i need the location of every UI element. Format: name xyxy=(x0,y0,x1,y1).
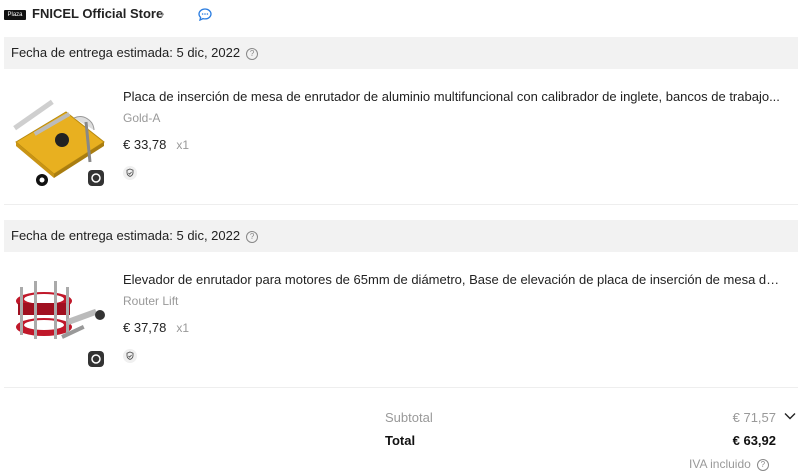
product-quantity: x1 xyxy=(176,321,190,335)
product-title[interactable]: Elevador de enrutador para motores de 65… xyxy=(123,272,783,287)
plaza-badge: Plaza xyxy=(4,10,26,20)
product-image-router-plate[interactable] xyxy=(4,82,110,188)
subtotal-label: Subtotal xyxy=(385,410,433,425)
product-title[interactable]: Placa de inserción de mesa de enrutador … xyxy=(123,89,783,104)
product-image-router-lift[interactable] xyxy=(4,265,110,371)
product-variant: Gold-A xyxy=(123,111,161,125)
delivery-bar: Fecha de entrega estimada: 5 dic, 2022? xyxy=(4,220,798,252)
product-price: € 37,78 xyxy=(123,320,167,335)
vat-note: IVA incluido? xyxy=(689,457,769,471)
product-price-row: € 37,78 x1 xyxy=(123,320,189,335)
total-value: € 63,92 xyxy=(732,433,776,448)
divider xyxy=(4,387,798,388)
product-quantity: x1 xyxy=(176,138,190,152)
chat-bubble-icon[interactable] xyxy=(198,8,212,26)
total-label: Total xyxy=(385,433,416,448)
shield-icon xyxy=(123,166,137,180)
product-price-row: € 33,78 x1 xyxy=(123,137,189,152)
store-header: Plaza FNICEL Official Store › xyxy=(0,0,800,32)
help-icon[interactable]: ? xyxy=(246,231,259,243)
delivery-date: Fecha de entrega estimada: 5 dic, 2022? xyxy=(11,228,259,243)
help-icon[interactable]: ? xyxy=(756,459,769,471)
chevron-right-icon[interactable]: › xyxy=(160,5,165,21)
chevron-down-icon[interactable] xyxy=(783,409,797,428)
divider xyxy=(4,204,798,205)
help-icon[interactable]: ? xyxy=(246,48,259,60)
subtotal-value: € 71,57 xyxy=(732,410,776,425)
store-name[interactable]: FNICEL Official Store xyxy=(32,6,163,21)
product-variant: Router Lift xyxy=(123,294,179,308)
delivery-date: Fecha de entrega estimada: 5 dic, 2022? xyxy=(11,45,259,60)
delivery-bar: Fecha de entrega estimada: 5 dic, 2022? xyxy=(4,37,798,69)
shield-icon xyxy=(123,349,137,363)
product-price: € 33,78 xyxy=(123,137,167,152)
